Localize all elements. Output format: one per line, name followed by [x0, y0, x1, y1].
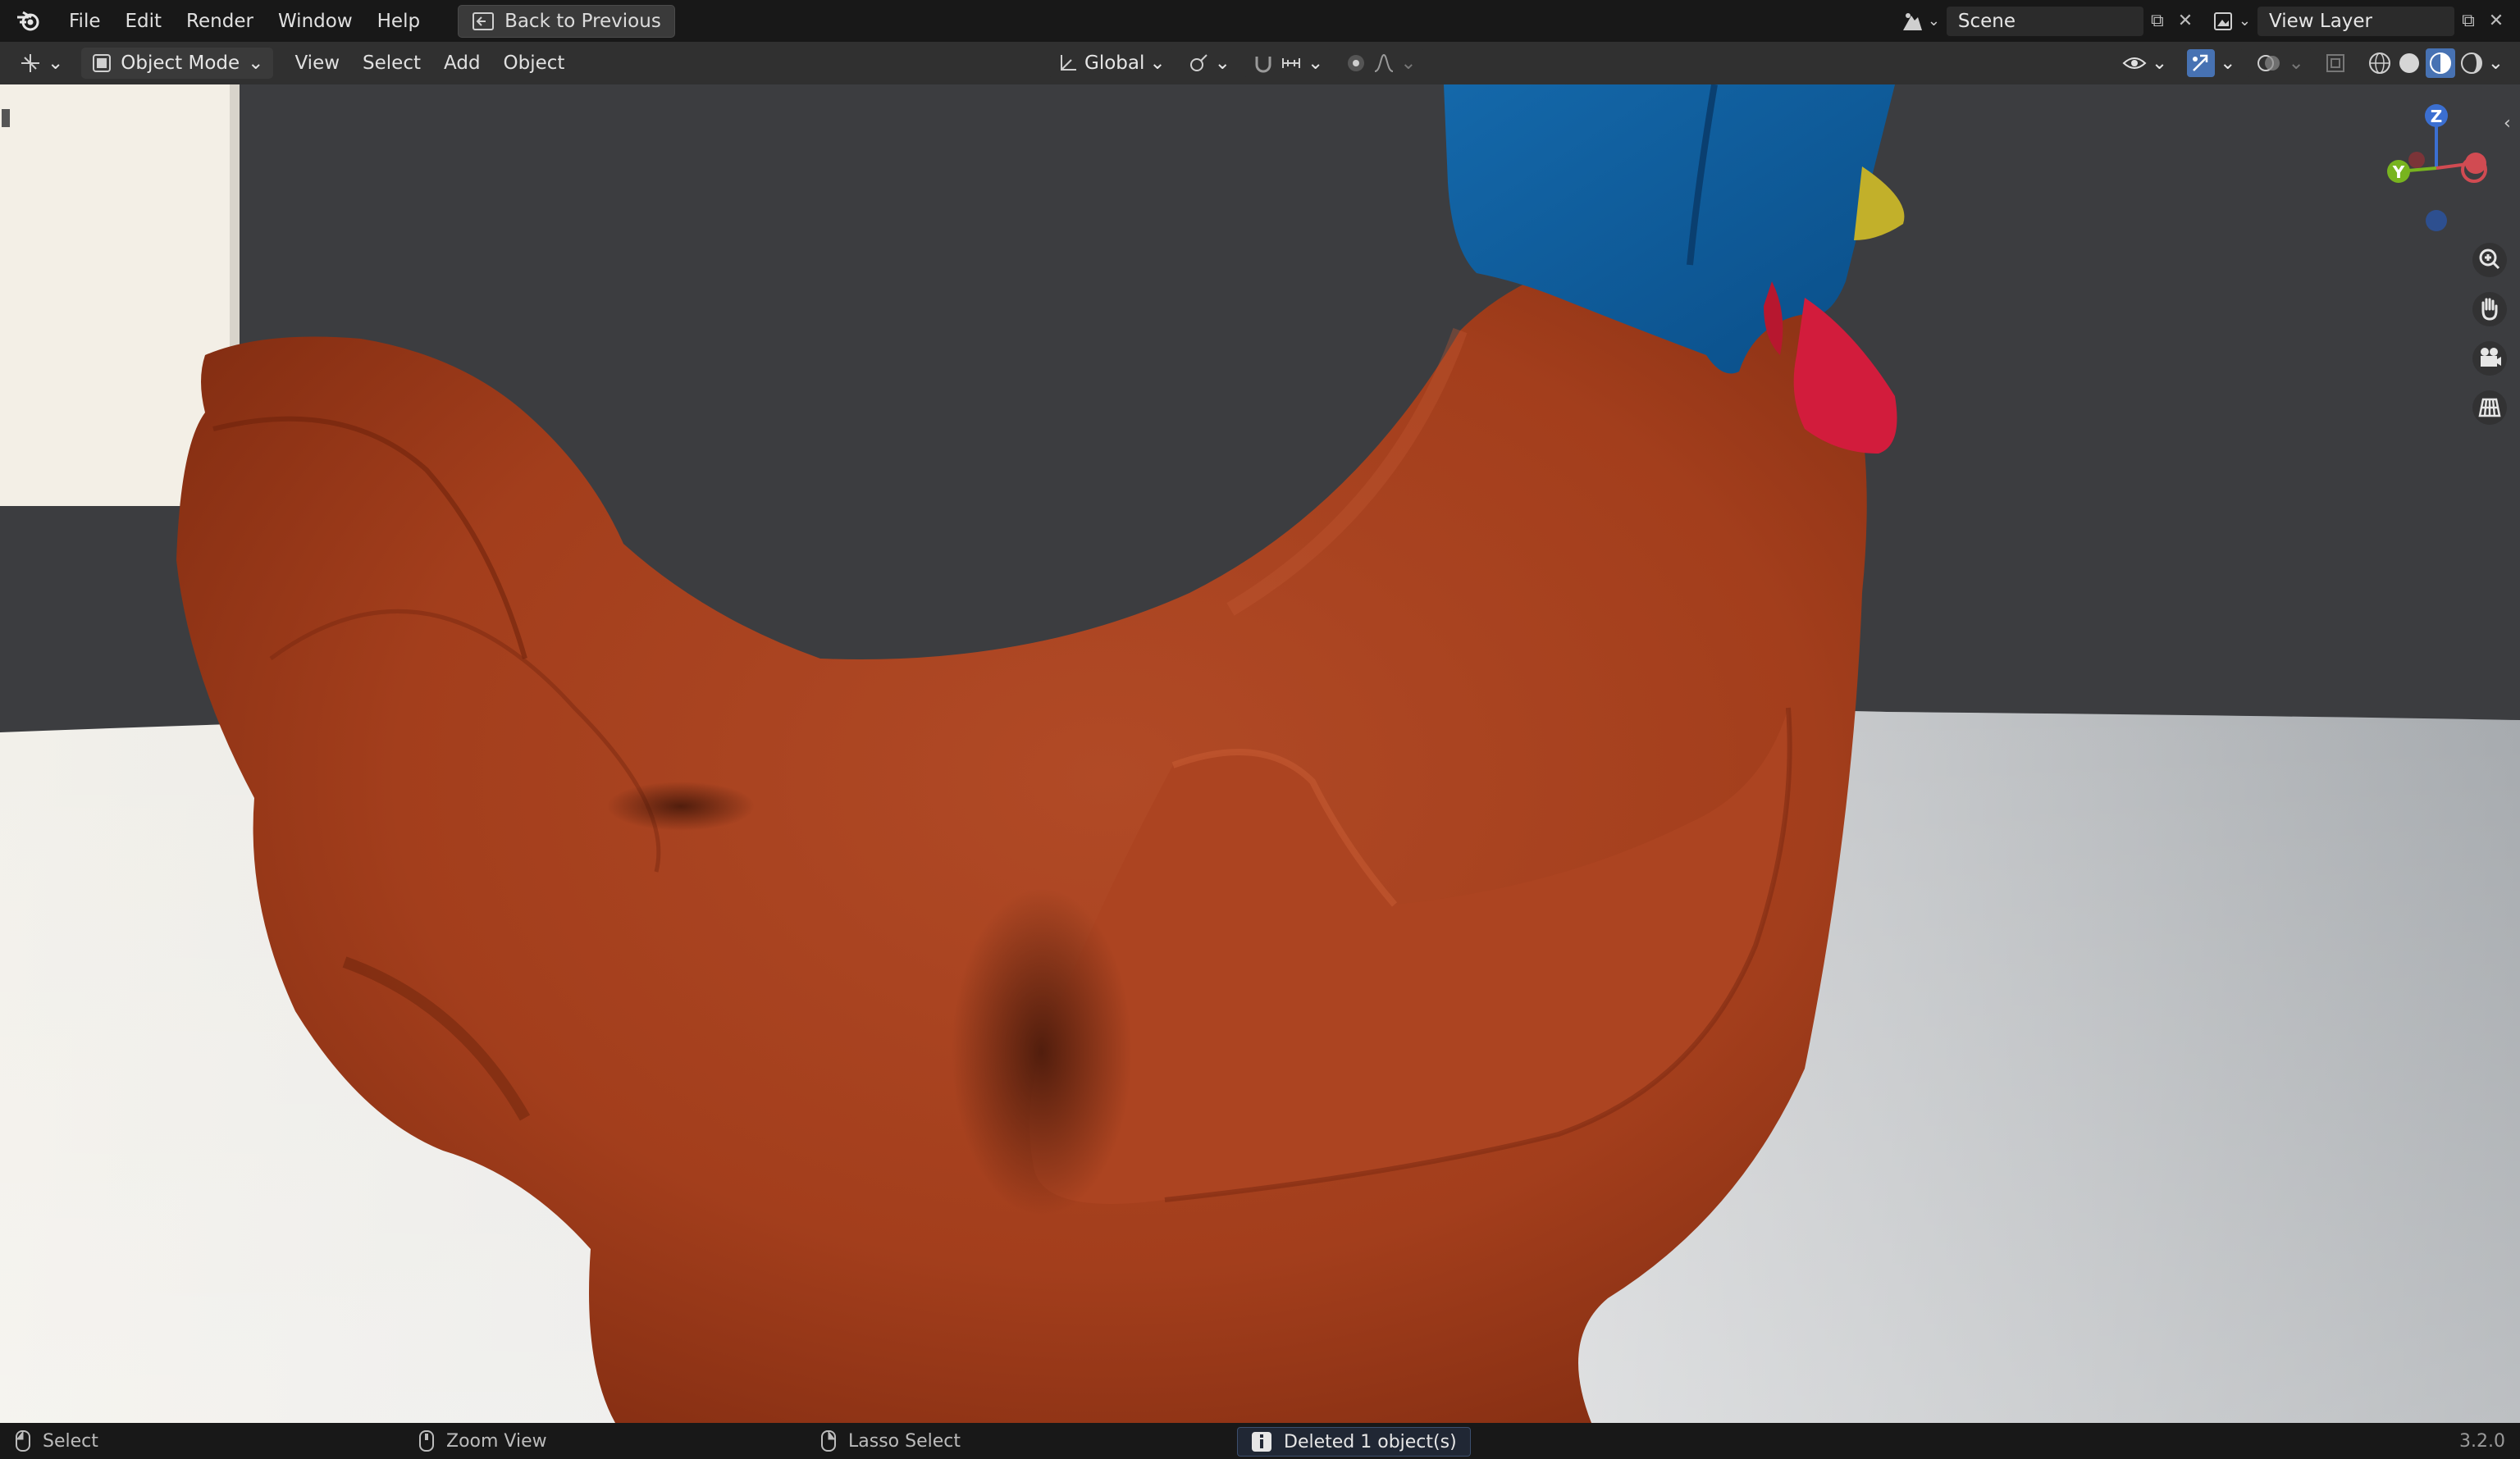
mouse-right-icon: [821, 1430, 836, 1452]
chevron-down-icon: ⌄: [248, 52, 264, 74]
top-bar: File Edit Render Window Help Back to Pre…: [0, 0, 2520, 42]
solid-shading-icon[interactable]: [2396, 50, 2422, 76]
back-icon: [472, 11, 495, 30]
collapse-sidebar-icon[interactable]: ‹: [2504, 113, 2511, 134]
menu-object[interactable]: Object: [492, 48, 577, 79]
chevron-down-icon: ⌄: [2151, 52, 2168, 74]
shading-modes: ⌄: [2359, 48, 2510, 79]
viewport-scene: [0, 84, 2520, 1423]
axis-y-label: Y: [2392, 162, 2405, 182]
camera-icon[interactable]: [2472, 340, 2508, 376]
menu-file[interactable]: File: [57, 6, 112, 37]
axis-z-label: Z: [2431, 107, 2443, 126]
scene-name: Scene: [1957, 10, 2016, 32]
view-layer-field[interactable]: View Layer: [2258, 6, 2454, 36]
proportional-edit-icon: [1348, 55, 1365, 71]
back-to-previous-label: Back to Previous: [504, 10, 661, 32]
view-layer-icon: [2213, 11, 2232, 30]
chevron-down-icon: ⌄: [1927, 12, 1940, 30]
rendered-shading-icon[interactable]: [2458, 50, 2485, 76]
menu-view[interactable]: View: [283, 48, 351, 79]
transform-tools: Global ⌄ ⌄ ⌄ ⌄: [1050, 42, 1423, 84]
info-icon: [1252, 1432, 1271, 1452]
view-layer-name: View Layer: [2269, 10, 2373, 32]
pivot-point-dropdown[interactable]: ⌄: [1180, 48, 1237, 79]
mode-label: Object Mode: [121, 52, 240, 74]
menu-add[interactable]: Add: [432, 48, 492, 79]
proportional-edit-toggle[interactable]: ⌄: [1338, 48, 1423, 79]
report-text: Deleted 1 object(s): [1284, 1431, 1457, 1452]
3d-viewport[interactable]: Z Y ‹: [0, 84, 2520, 1423]
scene-name-field[interactable]: Scene: [1946, 6, 2143, 36]
chevron-down-icon: ⌄: [48, 52, 64, 74]
menu-render[interactable]: Render: [175, 6, 265, 37]
chevron-down-icon: ⌄: [2238, 12, 2251, 30]
eye-icon: [2122, 57, 2147, 69]
close-view-layer-icon[interactable]: ✕: [2482, 7, 2510, 35]
snap-increment-icon: [1281, 58, 1300, 68]
orientation-label: Global: [1084, 52, 1145, 74]
status-report-message[interactable]: Deleted 1 object(s): [1237, 1427, 1471, 1457]
zoom-icon[interactable]: [2472, 242, 2508, 278]
status-right-click: Lasso Select: [820, 1429, 961, 1452]
chevron-down-icon: ⌄: [2220, 52, 2236, 74]
menu-edit[interactable]: Edit: [114, 6, 174, 37]
version-label: 3.2.0: [2459, 1430, 2505, 1452]
new-scene-icon[interactable]: ⧉: [2143, 7, 2171, 35]
chevron-down-icon: ⌄: [1149, 52, 1166, 74]
viewport-display-tools: ⌄ ⌄ ⌄ ⌄: [2115, 42, 2510, 84]
chevron-down-icon: ⌄: [1307, 52, 1324, 74]
falloff-curve-icon: [1374, 53, 1394, 72]
gizmo-toggle[interactable]: ⌄: [2180, 48, 2243, 79]
navigation-gizmo[interactable]: Z Y ‹: [2356, 84, 2520, 577]
close-scene-icon[interactable]: ✕: [2171, 7, 2199, 35]
editor-type-dropdown[interactable]: ⌄: [11, 48, 71, 79]
chevron-down-icon: ⌄: [1400, 52, 1417, 74]
status-bar: Select Zoom View Lasso Select Deleted 1 …: [0, 1423, 2520, 1459]
orientation-icon: [1061, 55, 1076, 71]
viewport-header: ⌄ Object Mode ⌄ View Select Add Object G…: [0, 42, 2520, 84]
overlays-toggle[interactable]: ⌄: [2248, 48, 2311, 79]
grid-icon[interactable]: [2472, 390, 2508, 426]
scene-type-dropdown[interactable]: ⌄: [1900, 9, 1940, 34]
pan-hand-icon[interactable]: [2472, 291, 2508, 327]
gizmo-icon: [2187, 49, 2216, 77]
menu-select[interactable]: Select: [351, 48, 432, 79]
status-left-click: Select: [15, 1429, 98, 1452]
scene-icon: [1902, 12, 1922, 30]
mouse-middle-icon: [419, 1430, 434, 1452]
object-mode-dropdown[interactable]: Object Mode ⌄: [81, 48, 274, 79]
transform-orientation-dropdown[interactable]: Global ⌄: [1050, 48, 1172, 79]
visibility-dropdown[interactable]: ⌄: [2115, 48, 2175, 79]
status-middle-click: Zoom View: [418, 1429, 547, 1452]
mouse-left-icon: [16, 1430, 30, 1452]
blender-logo-icon[interactable]: [15, 7, 43, 35]
3d-viewport-icon: [21, 54, 39, 72]
menu-help[interactable]: Help: [366, 6, 431, 37]
axis-gizmo[interactable]: Z Y: [2356, 84, 2520, 248]
back-to-previous-button[interactable]: Back to Previous: [458, 4, 675, 38]
chevron-down-icon: ⌄: [2288, 52, 2304, 74]
scene-selector-area: ⌄ Scene ⧉ ✕ ⌄ View Layer ⧉ ✕: [1893, 0, 2520, 42]
material-preview-shading-icon[interactable]: [2425, 48, 2455, 78]
chevron-down-icon[interactable]: ⌄: [2488, 52, 2504, 74]
view-layer-type-dropdown[interactable]: ⌄: [2211, 9, 2251, 34]
snap-toggle[interactable]: ⌄: [1244, 48, 1331, 79]
menu-window[interactable]: Window: [267, 6, 364, 37]
xray-icon: [2326, 54, 2344, 72]
overlays-icon: [2258, 55, 2280, 71]
pivot-icon: [1189, 54, 1208, 71]
chevron-down-icon: ⌄: [1214, 52, 1230, 74]
status-select-label: Select: [43, 1430, 98, 1452]
xray-toggle[interactable]: [2317, 48, 2353, 79]
object-mode-icon: [93, 54, 112, 72]
status-zoom-label: Zoom View: [446, 1430, 547, 1452]
magnet-icon: [1255, 57, 1271, 73]
status-lasso-label: Lasso Select: [848, 1430, 961, 1452]
new-view-layer-icon[interactable]: ⧉: [2454, 7, 2482, 35]
wireframe-shading-icon[interactable]: [2367, 50, 2393, 76]
